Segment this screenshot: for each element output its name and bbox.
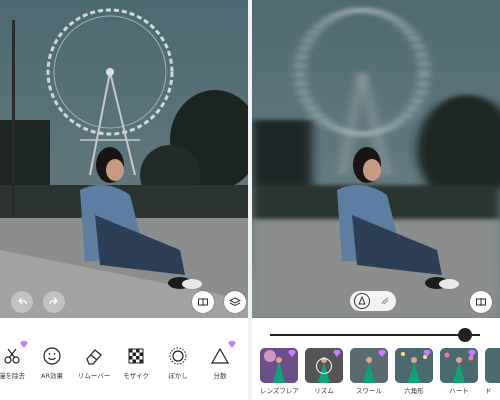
premium-gem-icon <box>333 350 341 357</box>
eraser-icon <box>84 346 104 366</box>
tool-mosaic[interactable]: モザイク <box>116 336 156 386</box>
compare-icon <box>198 298 208 306</box>
compare-button[interactable] <box>192 291 214 313</box>
tool-disperse[interactable]: 分散 <box>200 336 240 386</box>
effect-thumbnail <box>350 348 388 383</box>
layers-icon <box>229 297 241 307</box>
triangle-icon <box>210 341 236 366</box>
brush-mode-toggle <box>350 291 396 311</box>
photo-canvas[interactable] <box>0 0 248 318</box>
tool-label: 漫を除去 <box>0 372 25 380</box>
premium-gem-icon <box>468 350 476 357</box>
slider-track <box>270 334 480 336</box>
effect-label: ド <box>485 387 492 395</box>
effect-thumbnail <box>485 348 500 383</box>
slider-thumb[interactable] <box>458 328 473 342</box>
compare-button[interactable] <box>470 291 492 313</box>
redo-button[interactable] <box>43 291 65 313</box>
smiley-icon <box>42 346 62 366</box>
tool-label: モザイク <box>123 372 149 380</box>
tool-label: リムーバー <box>77 372 111 380</box>
effect-thumbnail <box>260 348 298 383</box>
mosaic-icon <box>126 346 146 366</box>
intensity-slider[interactable] <box>270 328 480 342</box>
tool-remover[interactable]: リムーバー <box>74 336 114 386</box>
tool-label: AR効果 <box>41 372 63 380</box>
effect-hexagon[interactable]: 六角形 <box>395 348 433 396</box>
effect-label: リズム <box>314 387 334 395</box>
layers-button[interactable] <box>224 291 246 313</box>
effect-swirl[interactable]: スワール <box>350 348 388 396</box>
brush-mode-button[interactable] <box>377 293 393 309</box>
effect-thumbnail <box>305 348 343 383</box>
tool-bar: 漫を除去 AR効果 リムーバー モザイク ぼかし 分散 <box>0 336 248 388</box>
tool-remove[interactable]: 漫を除去 <box>0 336 32 386</box>
compare-icon <box>476 298 486 306</box>
effect-thumbnail <box>395 348 433 383</box>
tool-label: 分散 <box>213 372 227 380</box>
left-editor-panel: 漫を除去 AR効果 リムーバー モザイク ぼかし 分散 <box>0 0 248 400</box>
effect-label: レンズフレア <box>260 387 299 395</box>
selected-indicator <box>316 358 332 374</box>
premium-gem-icon <box>423 350 431 357</box>
premium-gem-icon <box>378 350 386 357</box>
redo-icon <box>49 297 58 305</box>
scissors-icon <box>2 341 28 366</box>
auto-select-icon <box>357 296 366 305</box>
tool-label: ぼかし <box>168 372 188 380</box>
brush-icon <box>381 297 388 305</box>
premium-gem-icon <box>20 341 28 348</box>
effects-strip: レンズフレア リズム スワール 六角形 ハート ド <box>252 348 500 400</box>
effect-heart[interactable]: ハート <box>440 348 478 396</box>
tool-ar-effect[interactable]: AR効果 <box>32 336 72 386</box>
tool-blur[interactable]: ぼかし <box>158 336 198 386</box>
effect-partial[interactable]: ド <box>485 348 500 396</box>
premium-gem-icon <box>228 341 236 348</box>
effect-label: スワール <box>356 387 382 395</box>
effect-label: ハート <box>449 387 469 395</box>
undo-icon <box>18 297 27 305</box>
undo-button[interactable] <box>11 291 33 313</box>
premium-gem-icon <box>288 350 296 357</box>
auto-mode-button[interactable] <box>353 293 370 309</box>
blur-icon <box>168 346 188 366</box>
effect-rhythm[interactable]: リズム <box>305 348 343 396</box>
effect-label: 六角形 <box>404 387 424 395</box>
effect-thumbnail <box>440 348 478 383</box>
right-editor-panel: レンズフレア リズム スワール 六角形 ハート ド <box>252 0 500 400</box>
photo-canvas-effect[interactable] <box>252 0 500 318</box>
effect-lens-flare[interactable]: レンズフレア <box>260 348 299 396</box>
